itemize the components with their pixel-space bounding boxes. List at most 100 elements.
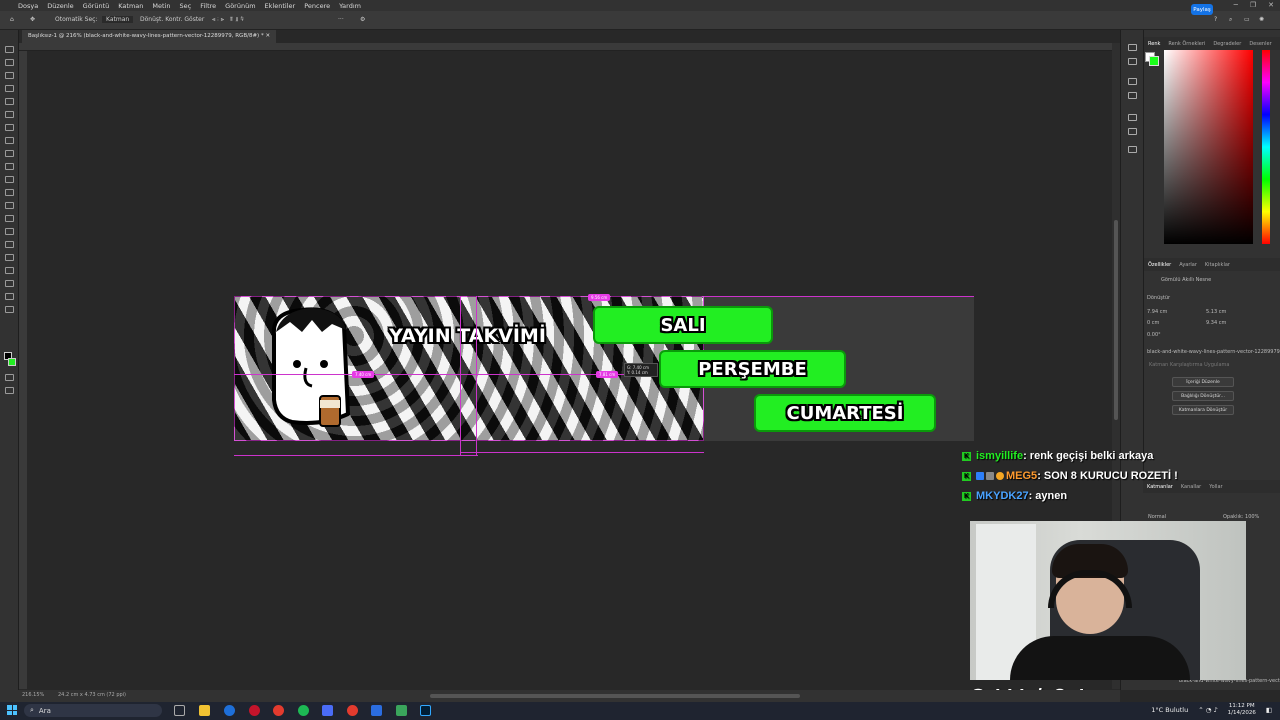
adjustments-icon[interactable] — [1128, 92, 1137, 99]
crop-tool-icon[interactable] — [5, 98, 14, 105]
tab-swatches[interactable]: Renk Örnekleri — [1168, 41, 1205, 47]
edge-browser-icon[interactable] — [224, 705, 235, 716]
help-icon[interactable]: ? — [1214, 16, 1217, 23]
edit-contents-button[interactable]: İçeriği Düzenle — [1172, 377, 1234, 387]
layer-select-dropdown[interactable]: Katman — [102, 16, 134, 23]
close-icon[interactable]: ✕ — [1268, 1, 1274, 9]
marquee-tool-icon[interactable] — [5, 59, 14, 66]
menu-type[interactable]: Metin — [152, 2, 170, 10]
hue-slider[interactable] — [1262, 50, 1270, 244]
ruler-vertical[interactable] — [19, 51, 27, 689]
tab-libraries[interactable]: Kitaplıklar — [1205, 262, 1230, 268]
type-tool-icon[interactable] — [5, 254, 14, 261]
weather-widget[interactable]: 1°C Bulutlu — [1151, 706, 1188, 714]
blur-tool-icon[interactable] — [5, 215, 14, 222]
color-picker-field[interactable] — [1164, 50, 1253, 244]
path-select-tool-icon[interactable] — [5, 267, 14, 274]
brush-tool-icon[interactable] — [5, 150, 14, 157]
eraser-tool-icon[interactable] — [5, 189, 14, 196]
move-tool-icon[interactable] — [5, 46, 14, 53]
y-field[interactable]: 9.34 cm — [1206, 320, 1226, 326]
tab-color[interactable]: Renk — [1148, 41, 1160, 47]
eyedropper-tool-icon[interactable] — [5, 124, 14, 131]
x-field[interactable]: 0 cm — [1147, 320, 1159, 326]
app-icon[interactable] — [396, 705, 407, 716]
obs-icon[interactable] — [347, 705, 358, 716]
opera-browser-icon[interactable] — [249, 705, 260, 716]
day-label-sali[interactable]: SALI — [593, 306, 773, 344]
quick-select-tool-icon[interactable] — [5, 85, 14, 92]
tab-gradients[interactable]: Degradeler — [1213, 41, 1241, 47]
menu-view[interactable]: Görünüm — [225, 2, 255, 10]
ruler-horizontal[interactable] — [19, 43, 1112, 51]
comments-icon[interactable] — [1128, 58, 1137, 65]
frame-tool-icon[interactable] — [5, 111, 14, 118]
angle-field[interactable]: 0.00° — [1147, 332, 1161, 338]
menu-layer[interactable]: Katman — [118, 2, 143, 10]
menu-edit[interactable]: Düzenle — [47, 2, 73, 10]
menu-file[interactable]: Dosya — [18, 2, 38, 10]
taskbar-search[interactable]: ⌕ Ara — [24, 704, 162, 717]
search-icon[interactable]: ⌕ — [1229, 16, 1232, 24]
windows-start-icon[interactable] — [7, 705, 17, 715]
screen-mode-icon[interactable] — [5, 387, 14, 394]
menu-window[interactable]: Pencere — [304, 2, 330, 10]
history-icon[interactable] — [1128, 44, 1137, 51]
file-explorer-icon[interactable] — [199, 705, 210, 716]
gradient-tool-icon[interactable] — [5, 202, 14, 209]
align-icons[interactable]: ⫷ ⫶ ⫸ ⫪ ⫫ ⫩ — [212, 16, 244, 24]
shape-tool-icon[interactable] — [5, 280, 14, 287]
opacity-field[interactable]: Opaklık: 100% — [1223, 514, 1259, 520]
document-tab[interactable]: Başlıksız-1 @ 216% (black-and-white-wavy… — [22, 30, 277, 43]
background-color-swatch[interactable] — [8, 358, 16, 366]
zoom-tool-icon[interactable] — [5, 306, 14, 313]
tray-icons[interactable]: ⌃ ◔ ♪ — [1198, 706, 1217, 714]
notification-icon[interactable]: ◧ — [1266, 706, 1272, 714]
day-label-cumartesi[interactable]: CUMARTESİ — [754, 394, 936, 432]
chrome-browser-icon[interactable] — [273, 705, 284, 716]
task-view-icon[interactable] — [174, 705, 185, 716]
convert-linked-button[interactable]: Bağlılığı Dönüştür... — [1172, 391, 1234, 401]
auto-select-checkbox[interactable]: Otomatik Seç: — [55, 16, 98, 23]
day-label-persembe[interactable]: PERŞEMBE — [659, 350, 846, 388]
convert-to-layers-button[interactable]: Katmanlara Dönüştür — [1172, 405, 1234, 415]
app-icon[interactable] — [371, 705, 382, 716]
menu-select[interactable]: Seç — [179, 2, 191, 10]
horizontal-scrollbar[interactable] — [430, 694, 800, 698]
tab-properties[interactable]: Özellikler — [1148, 262, 1171, 268]
menu-help[interactable]: Yardım — [339, 2, 361, 10]
workspace-icon[interactable]: ▭ — [1244, 16, 1250, 23]
brushes-icon[interactable] — [1128, 78, 1137, 85]
discord-icon[interactable] — [322, 705, 333, 716]
hand-tool-icon[interactable] — [5, 293, 14, 300]
more-icon[interactable]: ··· — [338, 16, 344, 23]
blend-mode-dropdown[interactable]: Normal — [1148, 514, 1166, 520]
zoom-level[interactable]: 216.15% — [22, 692, 44, 698]
tab-patterns[interactable]: Desenler — [1249, 41, 1271, 47]
foreground-swatch[interactable] — [1149, 56, 1159, 66]
dodge-tool-icon[interactable] — [5, 228, 14, 235]
move-tool-icon[interactable]: ✥ — [30, 16, 35, 23]
maximize-icon[interactable]: ❐ — [1250, 1, 1256, 9]
stamp-tool-icon[interactable] — [5, 163, 14, 170]
layer-comp-field[interactable]: Katman Karşılaştırma Uygulama — [1149, 362, 1229, 368]
transform-controls-checkbox[interactable]: Dönüşt. Kontr. Göster — [140, 16, 204, 23]
menu-plugins[interactable]: Eklentiler — [265, 2, 296, 10]
quick-mask-icon[interactable] — [5, 374, 14, 381]
photoshop-icon[interactable] — [420, 705, 431, 716]
width-field[interactable]: 7.94 cm — [1147, 309, 1167, 315]
tools-preset-icon[interactable] — [1128, 146, 1137, 153]
spotify-icon[interactable] — [298, 705, 309, 716]
height-field[interactable]: 5.13 cm — [1206, 309, 1226, 315]
menu-image[interactable]: Görüntü — [83, 2, 110, 10]
character-icon[interactable] — [1128, 114, 1137, 121]
menu-filter[interactable]: Filtre — [200, 2, 216, 10]
pen-tool-icon[interactable] — [5, 241, 14, 248]
clock[interactable]: 11:12 PM 1/14/2026 — [1228, 703, 1256, 717]
discover-icon[interactable]: ✺ — [1259, 16, 1264, 23]
lasso-tool-icon[interactable] — [5, 72, 14, 79]
tab-adjustments[interactable]: Ayarlar — [1179, 262, 1197, 268]
gear-icon[interactable]: ⚙ — [360, 16, 365, 23]
history-brush-tool-icon[interactable] — [5, 176, 14, 183]
healing-tool-icon[interactable] — [5, 137, 14, 144]
